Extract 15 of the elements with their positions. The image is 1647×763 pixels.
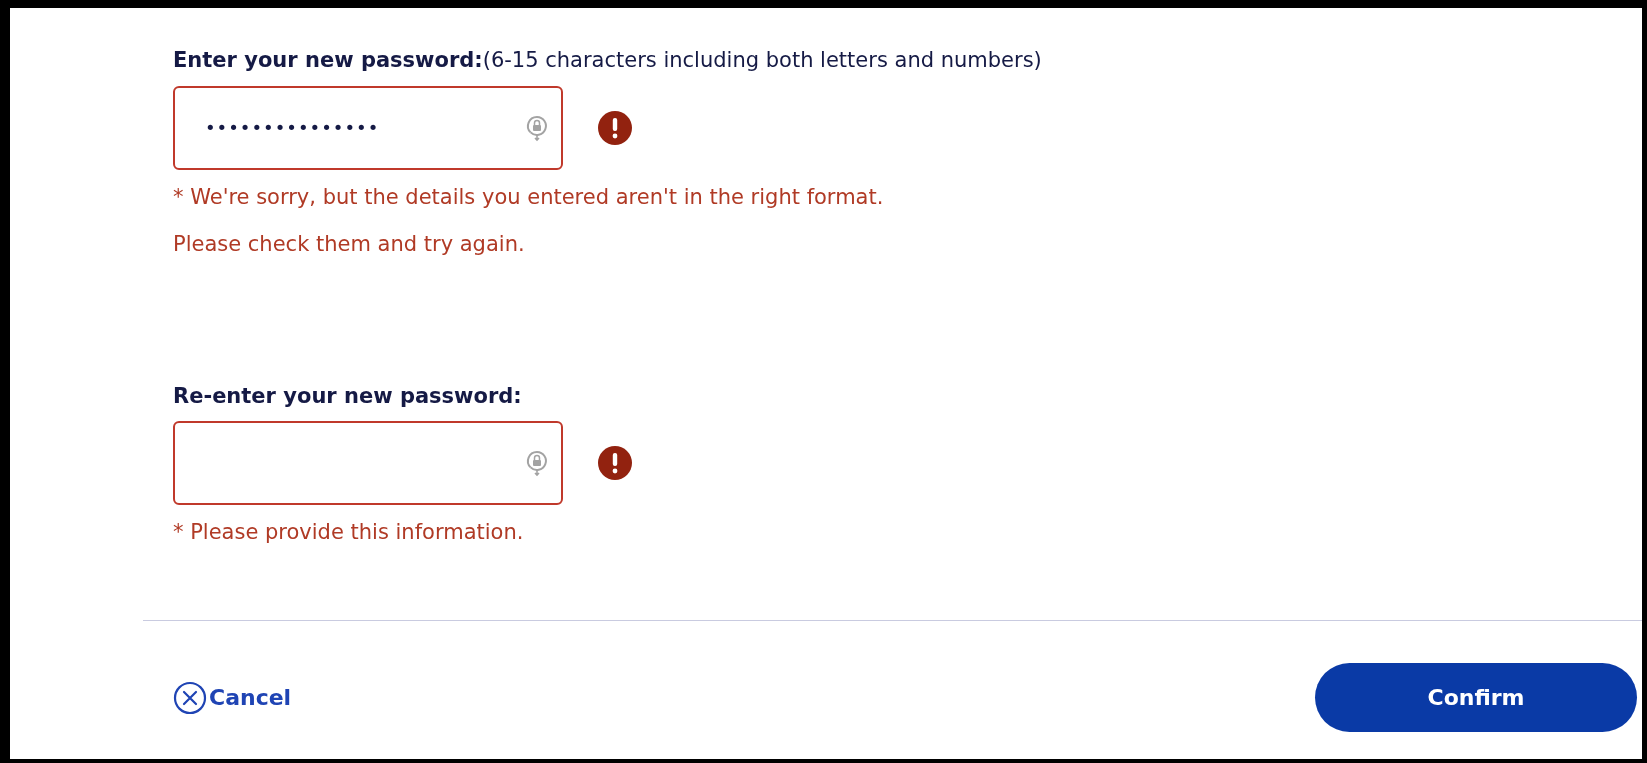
password-field[interactable]: •••••••••••••••	[173, 85, 563, 170]
close-icon	[173, 680, 207, 715]
password-field[interactable]	[173, 421, 563, 505]
cancel-link[interactable]: Cancel	[173, 680, 292, 715]
lock-icon[interactable]	[525, 449, 549, 477]
field-label: Re-enter your new password:	[173, 382, 522, 410]
error-message: Please check them and try again.	[173, 231, 525, 258]
error-icon	[598, 110, 632, 145]
error-message: * Please provide this information.	[173, 519, 524, 546]
error-message: * We're sorry, but the details you entered aren't in the right format.	[173, 183, 884, 211]
error-icon	[598, 446, 632, 480]
lock-icon[interactable]	[525, 113, 549, 142]
field-hint: (6-15 characters including both letters and numbers)	[482, 47, 1042, 74]
field-label: Enter your new password:	[173, 47, 483, 74]
confirm-button[interactable]: Confirm	[1315, 663, 1637, 732]
